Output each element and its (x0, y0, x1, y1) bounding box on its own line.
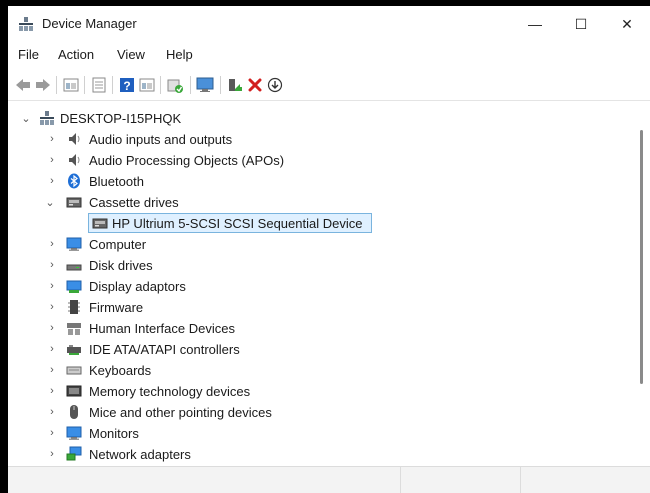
chevron-right-icon[interactable]: › (46, 427, 58, 439)
computer-tree-icon (40, 111, 54, 125)
minimize-button[interactable]: — (512, 6, 558, 42)
device-manager-icon (19, 17, 33, 31)
tree-category-label: Audio inputs and outputs (89, 132, 233, 147)
chevron-right-icon[interactable]: › (46, 406, 58, 418)
tree-category-label: Monitors (89, 426, 139, 441)
bluetooth-icon (68, 173, 80, 189)
memory-device-icon (66, 385, 82, 397)
toolbar-separator (84, 76, 85, 94)
tape-drive-icon (92, 218, 108, 229)
speaker-icon (69, 133, 80, 145)
vertical-scrollbar[interactable] (634, 104, 650, 466)
display-adapter-icon (66, 280, 82, 293)
chevron-right-icon[interactable]: › (46, 364, 58, 376)
download-icon[interactable] (266, 76, 284, 94)
toolbar: ? (8, 70, 650, 101)
toolbar-separator (160, 76, 161, 94)
chevron-down-icon[interactable]: ⌄ (44, 196, 56, 209)
hid-icon (67, 323, 81, 335)
tree-category-label: Keyboards (89, 363, 152, 378)
tree-category-label: Network adapters (89, 447, 191, 462)
monitor-icon[interactable] (196, 76, 214, 94)
device-manager-window: Device Manager — ☐ ✕ File Action View He… (8, 6, 650, 493)
tape-drive-icon (66, 197, 82, 208)
chevron-down-icon[interactable]: ⌄ (20, 112, 32, 125)
menu-help[interactable]: Help (166, 47, 193, 62)
tree-category-label: Computer (89, 237, 147, 252)
menu-file[interactable]: File (18, 47, 39, 62)
view-icon[interactable] (138, 76, 156, 94)
chevron-right-icon[interactable]: › (46, 175, 58, 187)
properties-icon[interactable] (62, 76, 80, 94)
help-icon[interactable]: ? (118, 76, 136, 94)
status-bar (8, 466, 650, 493)
network-adapter-icon (66, 446, 82, 461)
window-title: Device Manager (42, 16, 137, 31)
chevron-right-icon[interactable]: › (46, 133, 58, 145)
update-driver-icon[interactable] (90, 76, 108, 94)
toolbar-separator (56, 76, 57, 94)
selected-device-label: HP Ultrium 5-SCSI SCSI Sequential Device (112, 216, 363, 231)
close-button[interactable]: ✕ (604, 6, 650, 42)
monitor-icon (66, 426, 82, 440)
firmware-chip-icon (68, 300, 80, 314)
computer-icon (66, 237, 82, 251)
chevron-right-icon[interactable]: › (46, 385, 58, 397)
scrollbar-thumb[interactable] (640, 130, 643, 384)
menu-view[interactable]: View (117, 47, 145, 62)
tree-category-label: Firmware (89, 300, 144, 315)
toolbar-separator (220, 76, 221, 94)
back-icon[interactable] (14, 76, 32, 94)
ide-controller-icon (67, 345, 81, 355)
chevron-right-icon[interactable]: › (46, 322, 58, 334)
tree-category-label: Cassette drives (89, 195, 179, 210)
menu-action[interactable]: Action (58, 47, 94, 62)
speaker-icon (69, 154, 80, 166)
tree-category-label: IDE ATA/ATAPI controllers (89, 342, 240, 357)
uninstall-icon[interactable] (246, 76, 264, 94)
enable-device-icon[interactable] (226, 76, 244, 94)
chevron-right-icon[interactable]: › (46, 301, 58, 313)
maximize-button[interactable]: ☐ (558, 6, 604, 42)
chevron-right-icon[interactable]: › (46, 448, 58, 460)
chevron-right-icon[interactable]: › (46, 259, 58, 271)
title-bar: Device Manager — ☐ ✕ (8, 6, 650, 42)
tree-category-label: Mice and other pointing devices (89, 405, 272, 420)
chevron-right-icon[interactable]: › (46, 154, 58, 166)
status-separator (520, 467, 521, 493)
chevron-right-icon[interactable]: › (46, 280, 58, 292)
chevron-right-icon[interactable]: › (46, 343, 58, 355)
tree-category-label: Disk drives (89, 258, 153, 273)
mouse-icon (70, 405, 78, 419)
keyboard-icon (66, 366, 82, 375)
chevron-right-icon[interactable]: › (46, 238, 58, 250)
tree-root-label: DESKTOP-I15PHQK (60, 111, 182, 126)
tree-category-label: Memory technology devices (89, 384, 251, 399)
toolbar-separator (112, 76, 113, 94)
disk-drive-icon (66, 264, 82, 271)
menu-bar: File Action View Help (8, 42, 650, 66)
svg-text:?: ? (123, 79, 130, 93)
forward-icon[interactable] (34, 76, 52, 94)
tree-category-label: Audio Processing Objects (APOs) (89, 153, 285, 168)
status-separator (400, 467, 401, 493)
tree-category-label: Bluetooth (89, 174, 144, 189)
tree-category-label: Human Interface Devices (89, 321, 235, 336)
toolbar-separator (190, 76, 191, 94)
tree-category-label: Display adaptors (89, 279, 186, 294)
scan-hardware-icon[interactable] (166, 76, 184, 94)
